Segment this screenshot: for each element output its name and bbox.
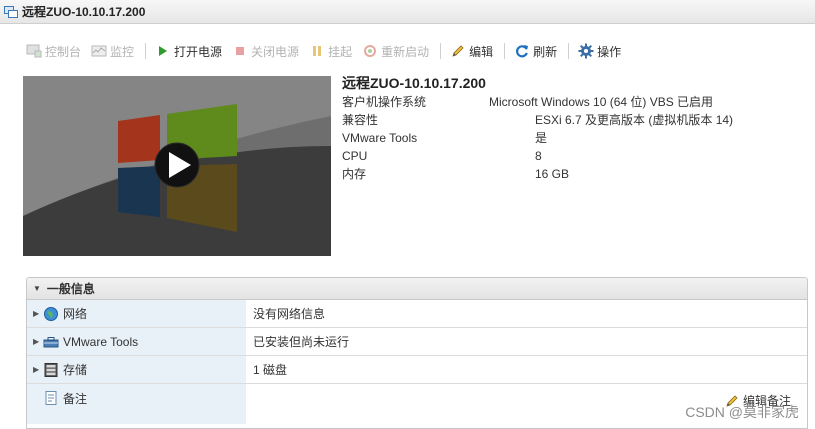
pause-icon: [309, 43, 325, 59]
row-value: 没有网络信息: [253, 307, 326, 321]
power-off-button[interactable]: 关闭电源: [229, 40, 302, 62]
general-row-notes: 备注 编辑备注: [27, 384, 807, 424]
summary-label: 兼容性: [342, 113, 379, 127]
window-title: 远程ZUO-10.10.17.200: [22, 5, 146, 19]
refresh-label: 刷新: [533, 44, 558, 59]
windows-desktop-image: [23, 76, 331, 256]
suspend-label: 挂起: [328, 44, 353, 59]
expand-arrow-icon[interactable]: ▶: [33, 309, 43, 318]
summary-label: CPU: [342, 149, 368, 163]
general-row-network[interactable]: ▶ 网络 没有网络信息: [27, 300, 807, 328]
monitor-button[interactable]: 监控: [88, 40, 137, 62]
summary-value: 8: [535, 149, 542, 163]
chevron-down-icon: ▼: [33, 283, 41, 293]
console-label: 控制台: [45, 44, 82, 59]
summary-row-cpu: CPU 8: [342, 147, 812, 165]
row-label: VMware Tools: [63, 334, 139, 349]
restart-button[interactable]: 重新启动: [359, 40, 432, 62]
summary-row-compatibility: 兼容性 ESXi 6.7 及更高版本 (虚拟机版本 14): [342, 111, 812, 129]
edit-button[interactable]: 编辑: [447, 40, 496, 62]
console-thumbnail[interactable]: [23, 76, 331, 256]
general-row-vmware-tools[interactable]: ▶ VMware Tools 已安装但尚未运行: [27, 328, 807, 356]
summary-value: 16 GB: [535, 167, 570, 181]
play-overlay-icon: [154, 142, 200, 188]
refresh-icon: [514, 43, 530, 59]
row-label: 网络: [63, 307, 88, 321]
row-label-cell: ▶ VMware Tools: [27, 328, 246, 355]
row-label-cell: ▶ 网络: [27, 300, 246, 327]
pencil-icon: [726, 394, 738, 407]
summary-label: VMware Tools: [342, 131, 418, 145]
summary-value: ESXi 6.7 及更高版本 (虚拟机版本 14): [535, 113, 734, 127]
edit-notes-label: 编辑备注: [742, 394, 791, 408]
summary-row-memory: 内存 16 GB: [342, 165, 812, 183]
window-titlebar: 远程ZUO-10.10.17.200: [0, 0, 815, 24]
summary-label: 客户机操作系统: [342, 95, 427, 109]
vm-summary: 远程ZUO-10.10.17.200 客户机操作系统 Microsoft Win…: [342, 73, 812, 183]
play-icon: [155, 43, 171, 59]
row-label: 存储: [63, 363, 88, 377]
summary-label: 内存: [342, 167, 367, 181]
general-info-title: 一般信息: [46, 281, 95, 296]
power-on-button[interactable]: 打开电源: [152, 40, 225, 62]
restart-label: 重新启动: [381, 44, 430, 59]
expand-arrow-icon[interactable]: ▶: [33, 337, 43, 346]
toolbar-divider: [568, 43, 570, 59]
row-value: 1 磁盘: [253, 363, 288, 377]
vm-icon: [4, 5, 18, 18]
refresh-button[interactable]: 刷新: [511, 40, 560, 62]
monitor-icon: [91, 43, 107, 59]
console-button[interactable]: 控制台: [23, 40, 84, 62]
toolbar: 控制台 监控 打开电源 关闭电源 挂起 重新启动 编辑 刷新 操作: [0, 38, 815, 64]
general-info-header[interactable]: ▼ 一般信息: [27, 278, 807, 300]
summary-row-vmware-tools: VMware Tools 是: [342, 129, 812, 147]
summary-value: Microsoft Windows 10 (64 位) VBS 已启用: [489, 95, 714, 109]
row-label: 备注: [63, 392, 88, 406]
pencil-icon: [450, 43, 466, 59]
stop-icon: [232, 43, 248, 59]
notes-icon: [43, 390, 59, 406]
vm-name: 远程ZUO-10.10.17.200: [342, 75, 486, 91]
toolbar-divider: [145, 43, 147, 59]
summary-value: 是: [535, 131, 548, 145]
gear-icon: [578, 43, 594, 59]
network-icon: [43, 306, 59, 322]
toolbar-divider: [504, 43, 506, 59]
toolbox-icon: [43, 334, 59, 350]
general-row-storage[interactable]: ▶ 存储 1 磁盘: [27, 356, 807, 384]
row-label-cell: ▶ 存储: [27, 356, 246, 383]
row-value: 已安装但尚未运行: [253, 335, 350, 349]
toolbar-divider: [440, 43, 442, 59]
monitor-label: 监控: [110, 44, 135, 59]
actions-button[interactable]: 操作: [575, 40, 624, 62]
storage-icon: [43, 362, 59, 378]
power-on-label: 打开电源: [174, 44, 223, 59]
row-label-cell: 备注: [27, 384, 246, 424]
edit-notes-button[interactable]: 编辑备注: [724, 392, 791, 409]
edit-label: 编辑: [469, 44, 494, 59]
row-value: 编辑备注: [246, 384, 807, 424]
expand-arrow-icon[interactable]: ▶: [33, 365, 43, 374]
console-icon: [26, 43, 42, 59]
restart-icon: [362, 43, 378, 59]
summary-row-guest-os: 客户机操作系统 Microsoft Windows 10 (64 位) VBS …: [342, 93, 812, 111]
actions-label: 操作: [597, 44, 622, 59]
suspend-button[interactable]: 挂起: [306, 40, 355, 62]
general-info-panel: ▼ 一般信息 ▶ 网络 没有网络信息 ▶ VMware Tools 已安装但尚未…: [26, 277, 808, 429]
power-off-label: 关闭电源: [251, 44, 300, 59]
